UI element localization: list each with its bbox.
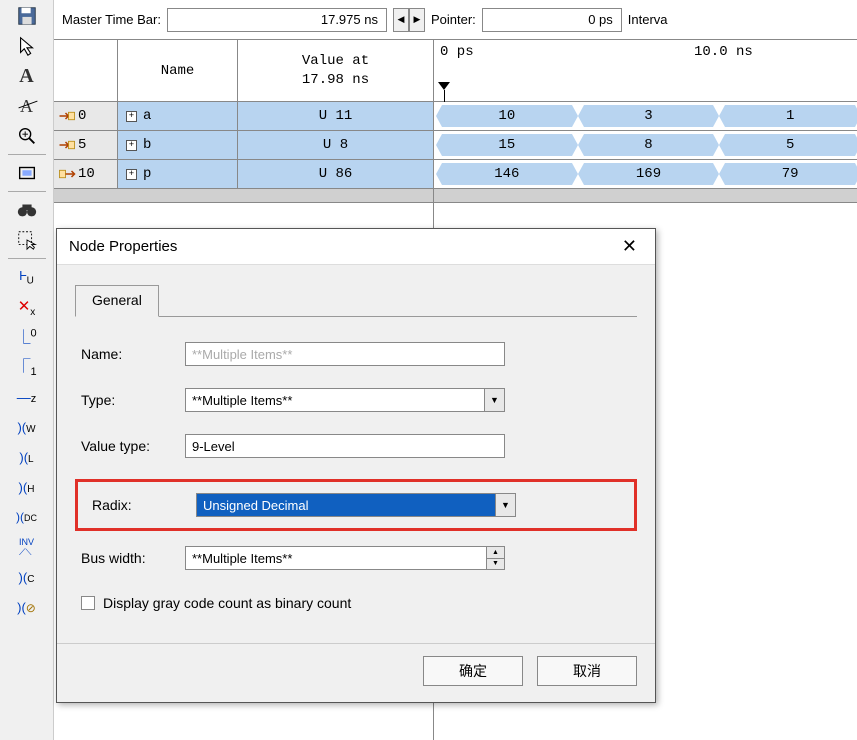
expand-icon[interactable]: + [126,169,137,180]
waveform-row: 146 169 79 [434,160,857,189]
radix-highlight: Radix: Unsigned Decimal ▼ [75,479,637,531]
fit-icon[interactable] [12,159,42,187]
xdc-icon[interactable]: )(DC [12,503,42,531]
time-right-button[interactable]: ▶ [409,8,425,32]
pointer-value[interactable]: 0 ps [482,8,622,32]
xc-icon[interactable]: )(C [12,563,42,591]
chevron-down-icon[interactable]: ▼ [484,389,504,411]
valuetype-label: Value type: [75,438,185,454]
value-column-header[interactable]: Value at 17.98 ns [238,40,433,101]
text-icon[interactable]: A [12,62,42,90]
zero-icon[interactable]: ⎿0 [12,323,42,351]
xl-icon[interactable]: )(L [12,443,42,471]
dialog-title: Node Properties [69,238,177,255]
xw-icon[interactable]: )(W [12,413,42,441]
xu-icon[interactable]: ⱵU [12,263,42,291]
save-icon[interactable] [12,2,42,30]
time-ruler[interactable]: 0 ps 10.0 ns [434,40,857,102]
radix-combo[interactable]: Unsigned Decimal ▼ [196,493,516,517]
xh-icon[interactable]: )(H [12,473,42,501]
tab-general[interactable]: General [75,285,159,317]
graycode-checkbox[interactable] [81,596,95,610]
expand-icon[interactable]: + [126,111,137,122]
chevron-down-icon[interactable]: ▼ [495,494,515,516]
spin-down-icon[interactable]: ▼ [487,559,504,570]
buswidth-label: Bus width: [75,550,185,566]
graycode-label: Display gray code count as binary count [103,595,351,611]
pointer-label: Pointer: [431,12,476,27]
type-combo[interactable]: **Multiple Items** ▼ [185,388,505,412]
waveform-row: 15 8 5 [434,131,857,160]
name-label: Name: [75,346,185,362]
zoom-in-icon[interactable] [12,122,42,150]
name-field[interactable]: **Multiple Items** [185,342,505,366]
valuetype-field[interactable]: 9-Level [185,434,505,458]
ok-button[interactable]: 确定 [423,656,523,686]
select-area-icon[interactable] [12,226,42,254]
one-icon[interactable]: ⎾1 [12,353,42,381]
waveform-row: 10 3 1 [434,102,857,131]
time-bar: Master Time Bar: 17.975 ns ◀ ▶ Pointer: … [54,0,857,40]
node-properties-dialog: Node Properties ✕ General Name: **Multip… [56,228,656,703]
inv-icon[interactable]: INV⟋⟍ [12,533,42,561]
interval-label: Interva [628,12,668,27]
radix-label: Radix: [86,497,196,513]
name-column-header[interactable]: Name [118,40,238,101]
xg-icon[interactable]: )(⊘ [12,593,42,621]
cursor-icon[interactable] [12,32,42,60]
signal-row: 5 +b U 8 [54,131,433,160]
master-time-value[interactable]: 17.975 ns [167,8,387,32]
expand-icon[interactable]: + [126,140,137,151]
xx-icon[interactable]: ✕x [12,293,42,321]
signal-row: 0 +a U 11 [54,102,433,131]
cancel-button[interactable]: 取消 [537,656,637,686]
master-time-label: Master Time Bar: [62,12,161,27]
text-crossed-icon[interactable]: A [12,92,42,120]
time-marker-icon [438,78,450,90]
tool-palette: A A ⱵU ✕x ⎿0 ⎾1 —z )(W )(L )(H )(DC INV⟋… [0,0,54,740]
close-icon[interactable]: ✕ [616,234,643,259]
type-label: Type: [75,392,185,408]
signal-row: 10 +p U 86 [54,160,433,189]
spin-up-icon[interactable]: ▲ [487,547,504,559]
time-left-button[interactable]: ◀ [393,8,409,32]
buswidth-spinner[interactable]: **Multiple Items** ▲▼ [185,546,505,570]
binoculars-icon[interactable] [12,196,42,224]
z-icon[interactable]: —z [12,383,42,411]
